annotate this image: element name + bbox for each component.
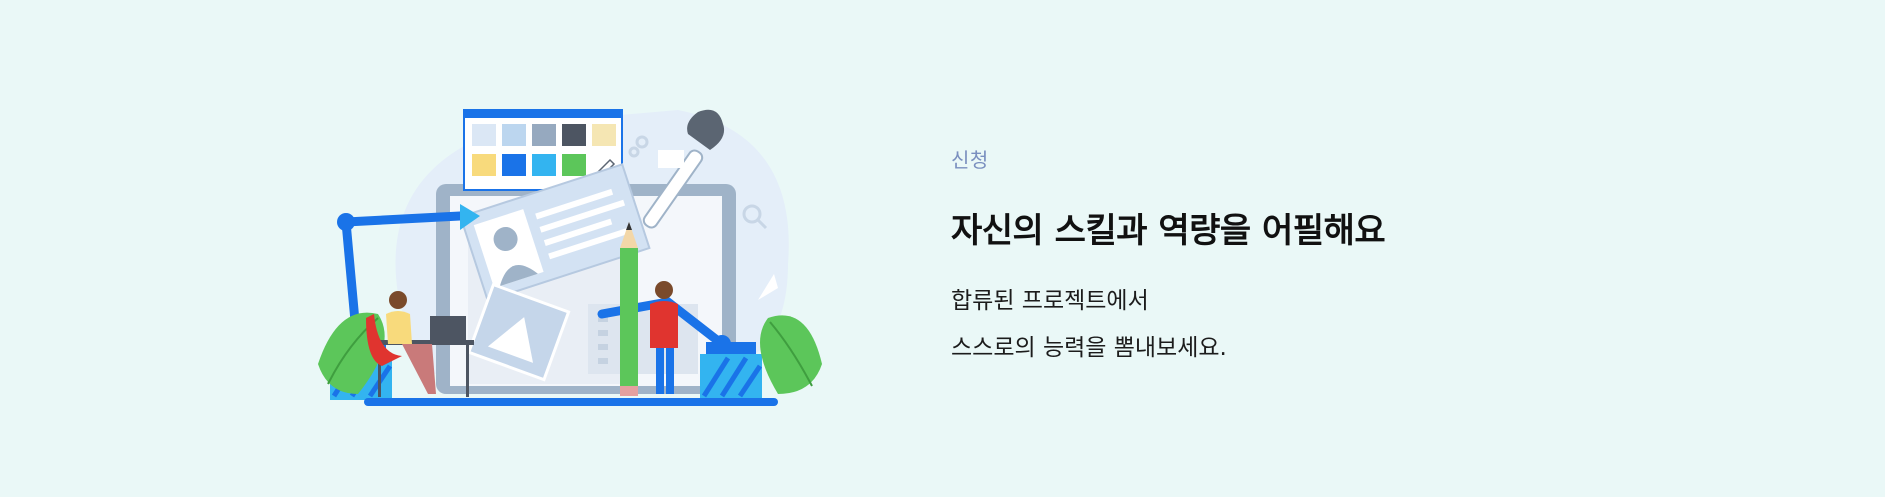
- pencil-icon: [620, 222, 638, 396]
- section-description-line-1: 합류된 프로젝트에서: [951, 288, 1149, 314]
- leaf-right: [760, 315, 822, 394]
- section-description-line-2: 스스로의 능력을 뽐내보세요.: [951, 335, 1227, 361]
- section-headline: 자신의 스킬과 역량을 어필해요: [951, 211, 1386, 251]
- robot-base-right: [700, 342, 763, 400]
- text-block: 신청 자신의 스킬과 역량을 어필해요 합류된 프로젝트에서 스스로의 능력을 …: [951, 144, 1651, 372]
- section-eyebrow: 신청: [951, 148, 989, 172]
- workspace-illustration: [318, 109, 822, 406]
- floor-line: [364, 398, 778, 406]
- monitor-icon: [658, 150, 684, 168]
